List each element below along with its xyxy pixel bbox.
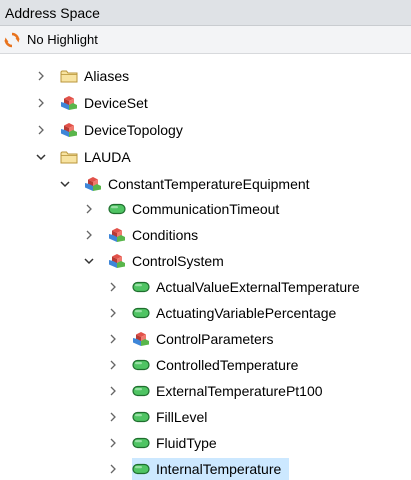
tree-node[interactable]: ControlledTemperature (106, 354, 306, 376)
tree-node[interactable]: ConstantTemperatureEquipment (58, 173, 318, 195)
object-icon (60, 122, 78, 138)
object-icon (84, 176, 102, 192)
tree-node[interactable]: FluidType (106, 432, 225, 454)
tree-node[interactable]: Aliases (34, 65, 137, 87)
chevron-right-icon[interactable] (106, 358, 120, 372)
variable-icon (132, 409, 150, 425)
variable-icon (108, 201, 126, 217)
tree-node-label: ControlledTemperature (156, 357, 299, 373)
tree-node-label: Conditions (132, 227, 199, 243)
folder-icon (60, 149, 78, 165)
variable-icon (132, 461, 150, 477)
tree-node-label: ActualValueExternalTemperature (156, 279, 360, 295)
chevron-right-icon[interactable] (34, 123, 48, 137)
tree-node[interactable]: FillLevel (106, 406, 215, 428)
chevron-down-icon[interactable] (58, 177, 72, 191)
tree-node-label: ActuatingVariablePercentage (156, 305, 337, 321)
tree-node-label: ExternalTemperaturePt100 (156, 383, 323, 399)
refresh-icon[interactable] (4, 32, 20, 48)
tree-node-label: Aliases (84, 68, 130, 84)
tree-node-content[interactable]: CommunicationTimeout (108, 198, 287, 220)
tree-node-content[interactable]: ConstantTemperatureEquipment (84, 173, 318, 195)
tree-node-content[interactable]: ActualValueExternalTemperature (132, 276, 368, 298)
tree-node[interactable]: CommunicationTimeout (82, 198, 287, 220)
tree-node-label: CommunicationTimeout (132, 201, 280, 217)
object-icon (108, 253, 126, 269)
chevron-down-icon[interactable] (82, 254, 96, 268)
tree-node-content[interactable]: ControlSystem (108, 250, 232, 272)
chevron-right-icon[interactable] (106, 306, 120, 320)
panel-title-bar: Address Space (0, 0, 411, 26)
variable-icon (132, 357, 150, 373)
variable-icon (132, 279, 150, 295)
chevron-down-icon[interactable] (34, 150, 48, 164)
tree-node[interactable]: ControlParameters (106, 328, 282, 350)
tree-node-content[interactable]: LAUDA (60, 146, 139, 168)
tree-node[interactable]: InternalTemperature (106, 458, 290, 480)
object-icon (60, 95, 78, 111)
chevron-right-icon[interactable] (106, 410, 120, 424)
tree-node-label: ConstantTemperatureEquipment (108, 176, 310, 192)
tree-node-label: LAUDA (84, 149, 131, 165)
highlight-toolbar[interactable]: No Highlight (0, 26, 411, 54)
chevron-right-icon[interactable] (106, 462, 120, 476)
tree-node-label: DeviceSet (84, 95, 148, 111)
panel-title: Address Space (5, 4, 100, 21)
tree-node-label: ControlSystem (132, 253, 224, 269)
variable-icon (132, 435, 150, 451)
tree-node-label: InternalTemperature (156, 461, 282, 477)
tree-node[interactable]: ControlSystem (82, 250, 232, 272)
tree-node-content[interactable]: ActuatingVariablePercentage (132, 302, 344, 324)
tree-node[interactable]: DeviceSet (34, 92, 156, 114)
tree-node-label: ControlParameters (156, 331, 274, 347)
tree-node[interactable]: ExternalTemperaturePt100 (106, 380, 331, 402)
tree-node-label: FillLevel (156, 409, 208, 425)
variable-icon (132, 383, 150, 399)
tree-node-content[interactable]: ExternalTemperaturePt100 (132, 380, 331, 402)
tree-node-content[interactable]: Aliases (60, 65, 137, 87)
chevron-right-icon[interactable] (106, 332, 120, 346)
tree-node-content[interactable]: FillLevel (132, 406, 215, 428)
tree-node[interactable]: DeviceTopology (34, 119, 191, 141)
chevron-right-icon[interactable] (106, 384, 120, 398)
tree-node-label: DeviceTopology (84, 122, 183, 138)
address-space-panel: Address Space No Highlight Aliases Device… (0, 0, 411, 480)
chevron-right-icon[interactable] (106, 436, 120, 450)
tree-node-content[interactable]: ControlledTemperature (132, 354, 306, 376)
tree-node[interactable]: LAUDA (34, 146, 139, 168)
tree-node-content[interactable]: InternalTemperature (132, 458, 290, 480)
tree-node[interactable]: ActualValueExternalTemperature (106, 276, 368, 298)
tree-node[interactable]: ActuatingVariablePercentage (106, 302, 344, 324)
folder-icon (60, 68, 78, 84)
object-icon (132, 331, 150, 347)
chevron-right-icon[interactable] (34, 96, 48, 110)
chevron-right-icon[interactable] (106, 280, 120, 294)
highlight-mode-label[interactable]: No Highlight (27, 32, 98, 47)
tree-node-content[interactable]: FluidType (132, 432, 225, 454)
chevron-right-icon[interactable] (82, 228, 96, 242)
chevron-right-icon[interactable] (34, 69, 48, 83)
variable-icon (132, 305, 150, 321)
tree-node-content[interactable]: ControlParameters (132, 328, 282, 350)
chevron-right-icon[interactable] (82, 202, 96, 216)
tree-node-label: FluidType (156, 435, 217, 451)
tree-node-content[interactable]: DeviceTopology (60, 119, 191, 141)
tree-node[interactable]: Conditions (82, 224, 206, 246)
tree-node-content[interactable]: Conditions (108, 224, 206, 246)
object-icon (108, 227, 126, 243)
tree-node-content[interactable]: DeviceSet (60, 92, 156, 114)
